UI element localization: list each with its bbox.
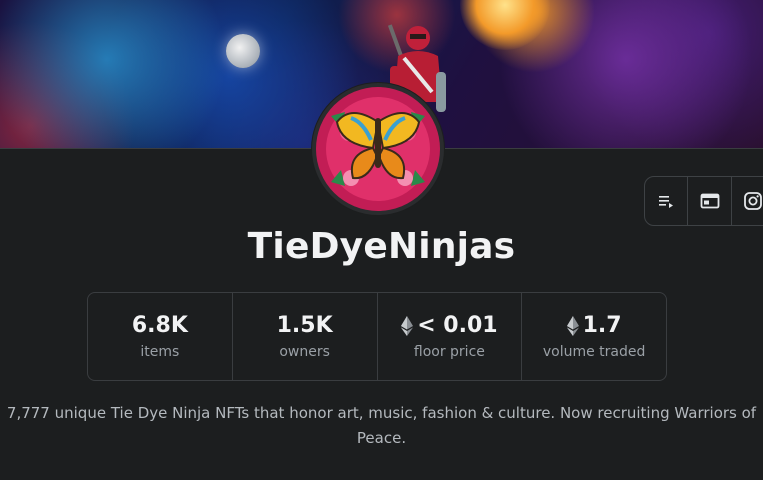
ethereum-icon — [401, 315, 414, 336]
banner-sun — [460, 0, 550, 50]
stat-floor-price[interactable]: < 0.01 floor price — [378, 293, 523, 380]
instagram-button[interactable] — [732, 177, 763, 225]
stat-value: 1.7 — [566, 313, 622, 338]
activity-button[interactable] — [645, 177, 689, 225]
website-icon — [700, 193, 719, 209]
activity-list-icon — [659, 196, 674, 208]
website-button[interactable] — [688, 177, 732, 225]
collection-avatar[interactable] — [311, 82, 445, 216]
instagram-icon — [744, 192, 763, 210]
stat-value: 6.8K — [132, 313, 188, 338]
banner-moon — [226, 34, 260, 68]
ethereum-icon — [566, 315, 579, 336]
stat-label: items — [140, 344, 180, 360]
stat-value-text: 1.5K — [276, 313, 333, 338]
stat-value-text: < 0.01 — [417, 313, 498, 338]
stat-label: floor price — [413, 344, 485, 360]
stat-value-text: 6.8K — [131, 313, 188, 338]
stat-volume-traded[interactable]: 1.7 volume traded — [522, 293, 666, 380]
collection-description: 7,777 unique Tie Dye Ninja NFTs that hon… — [6, 404, 757, 447]
stat-owners[interactable]: 1.5K owners — [233, 293, 378, 380]
stat-value-text: 1.7 — [582, 313, 622, 338]
stat-items[interactable]: 6.8K items — [88, 293, 233, 380]
collection-action-bar — [644, 176, 763, 226]
stat-label: volume traded — [542, 344, 646, 360]
stat-value: 1.5K — [277, 313, 333, 338]
stat-label: owners — [279, 344, 330, 360]
collection-title: TieDyeNinjas — [247, 226, 516, 267]
stat-value: < 0.01 — [401, 313, 498, 338]
collection-stats: 6.8K items 1.5K owners < 0.01 floor pric… — [87, 292, 667, 381]
